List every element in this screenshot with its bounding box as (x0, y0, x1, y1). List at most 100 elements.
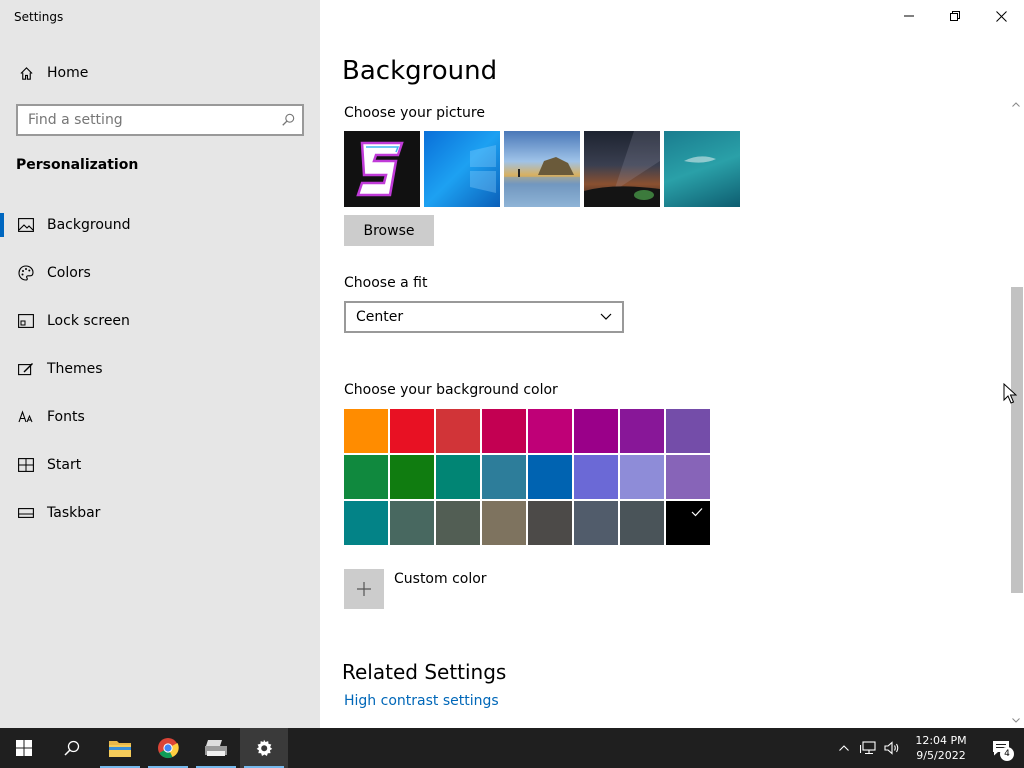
scroll-down-arrow-icon[interactable] (1008, 712, 1024, 728)
taskbar-icon (17, 508, 35, 518)
taskbar-search-button[interactable] (48, 728, 96, 768)
color-swatch[interactable] (436, 501, 480, 545)
sidebar-item-lock-screen[interactable]: Lock screen (0, 297, 320, 345)
sidebar-item-taskbar[interactable]: Taskbar (0, 489, 320, 537)
picture-thumbnail-2[interactable] (424, 131, 500, 207)
browse-button[interactable]: Browse (344, 215, 434, 246)
palette-icon (17, 265, 35, 281)
high-contrast-settings-link[interactable]: High contrast settings (344, 693, 499, 709)
color-swatch[interactable] (390, 501, 434, 545)
notification-badge: 4 (1000, 747, 1014, 761)
color-swatch[interactable] (666, 455, 710, 499)
color-swatch[interactable] (436, 455, 480, 499)
color-swatch[interactable] (344, 455, 388, 499)
color-swatch[interactable] (390, 455, 434, 499)
show-hidden-icons-button[interactable] (832, 728, 856, 768)
window-controls (886, 0, 1024, 32)
action-center-button[interactable]: 4 (978, 728, 1024, 768)
printer-app-button[interactable] (192, 728, 240, 768)
sidebar-item-themes[interactable]: Themes (0, 345, 320, 393)
network-icon (860, 741, 876, 755)
color-swatch[interactable] (528, 409, 572, 453)
sidebar-item-start[interactable]: Start (0, 441, 320, 489)
search-icon (64, 740, 80, 756)
color-swatch[interactable] (344, 409, 388, 453)
choose-fit-label: Choose a fit (344, 275, 428, 291)
color-swatch[interactable] (482, 455, 526, 499)
color-swatch-grid (344, 409, 710, 545)
nav-list: Background Colors Lock screen Themes Fon… (0, 201, 320, 537)
s-logo-image (356, 141, 404, 197)
plus-icon (344, 569, 384, 609)
underwater-image (684, 156, 716, 163)
close-icon (995, 10, 1007, 22)
chrome-icon (158, 738, 179, 759)
restore-button[interactable] (932, 0, 978, 32)
mouse-cursor-icon (1003, 383, 1017, 404)
sidebar-item-fonts[interactable]: Fonts (0, 393, 320, 441)
color-swatch[interactable] (436, 409, 480, 453)
picture-thumbnail-5[interactable] (664, 131, 740, 207)
scroll-up-arrow-icon[interactable] (1008, 96, 1024, 112)
picture-list (344, 131, 740, 207)
start-icon (17, 458, 35, 472)
home-icon (17, 66, 35, 81)
color-swatch[interactable] (620, 409, 664, 453)
sidebar-item-label: Background (47, 217, 131, 233)
restore-icon (950, 11, 960, 21)
scrollbar[interactable] (1008, 96, 1024, 728)
color-swatch[interactable] (574, 409, 618, 453)
sidebar: Settings Home Find a setting Personaliza… (0, 0, 320, 728)
sidebar-item-background[interactable]: Background (0, 201, 320, 249)
chevron-down-icon (600, 309, 612, 325)
color-swatch[interactable] (574, 455, 618, 499)
app-title: Settings (14, 10, 64, 24)
file-explorer-button[interactable] (96, 728, 144, 768)
color-swatch[interactable] (666, 501, 710, 545)
custom-color-label: Custom color (394, 571, 487, 587)
close-button[interactable] (978, 0, 1024, 32)
nav-home-label: Home (47, 65, 89, 81)
nav-home[interactable]: Home (0, 56, 320, 90)
search-input[interactable]: Find a setting (18, 112, 274, 128)
volume-button[interactable] (880, 728, 904, 768)
search-box[interactable]: Find a setting (16, 104, 304, 136)
color-swatch[interactable] (482, 501, 526, 545)
night-sky-image (584, 131, 660, 207)
folder-icon (109, 741, 131, 757)
picture-thumbnail-1[interactable] (344, 131, 420, 207)
checkmark-icon (691, 506, 703, 520)
sidebar-item-label: Fonts (47, 409, 85, 425)
picture-icon (17, 218, 35, 232)
color-swatch[interactable] (574, 501, 618, 545)
printer-icon (205, 740, 227, 756)
color-swatch[interactable] (528, 455, 572, 499)
page-title: Background (342, 56, 498, 86)
custom-color-button[interactable]: Custom color (344, 569, 487, 609)
color-swatch[interactable] (620, 455, 664, 499)
search-icon[interactable] (274, 113, 302, 127)
color-swatch[interactable] (344, 501, 388, 545)
system-tray: 12:04 PM 9/5/2022 4 (832, 728, 1024, 768)
fit-dropdown[interactable]: Center (344, 301, 624, 333)
picture-thumbnail-4[interactable] (584, 131, 660, 207)
color-swatch[interactable] (620, 501, 664, 545)
color-swatch[interactable] (482, 409, 526, 453)
chrome-button[interactable] (144, 728, 192, 768)
minimize-button[interactable] (886, 0, 932, 32)
color-swatch[interactable] (390, 409, 434, 453)
sidebar-item-colors[interactable]: Colors (0, 249, 320, 297)
color-swatch[interactable] (666, 409, 710, 453)
settings-taskbar-button[interactable] (240, 728, 288, 768)
clock[interactable]: 12:04 PM 9/5/2022 (904, 733, 978, 763)
minimize-icon (904, 15, 914, 17)
network-button[interactable] (856, 728, 880, 768)
sidebar-item-label: Taskbar (47, 505, 101, 521)
clock-date: 9/5/2022 (916, 749, 966, 762)
picture-thumbnail-3[interactable] (504, 131, 580, 207)
color-swatch[interactable] (528, 501, 572, 545)
scroll-thumb[interactable] (1011, 287, 1023, 593)
scroll-track[interactable] (1008, 112, 1024, 712)
start-button[interactable] (0, 728, 48, 768)
windows-logo-icon (16, 740, 32, 756)
